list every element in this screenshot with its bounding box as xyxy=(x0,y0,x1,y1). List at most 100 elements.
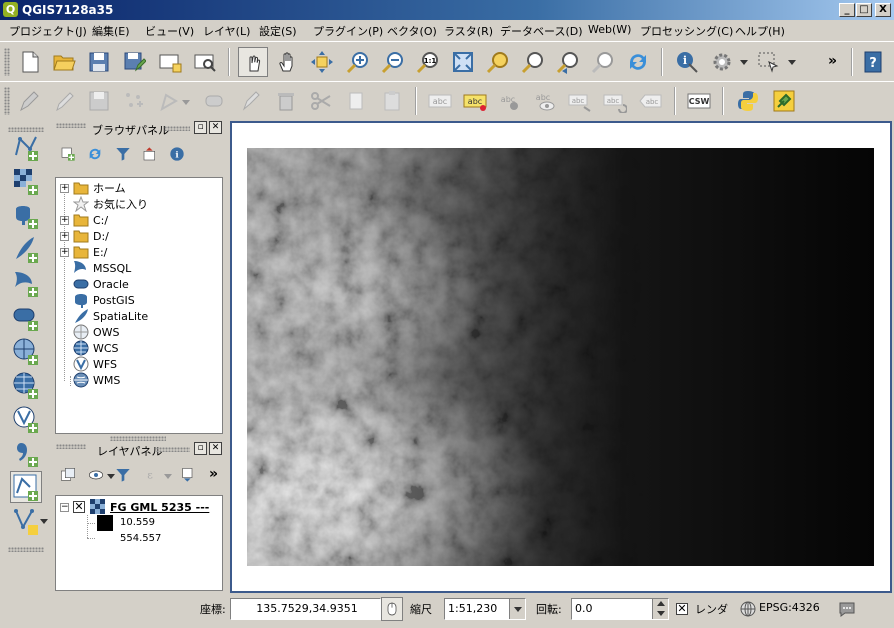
browser-item-mssql[interactable]: MSSQL xyxy=(73,260,131,276)
composer-manager-button[interactable] xyxy=(190,47,220,77)
open-project-button[interactable] xyxy=(49,47,79,77)
menu-project[interactable]: プロジェクト(J) xyxy=(9,23,87,39)
zoom-out-button[interactable] xyxy=(378,47,408,77)
menu-settings[interactable]: 設定(S) xyxy=(259,23,297,39)
move-feature-button[interactable] xyxy=(155,86,185,116)
browser-item-spatialite[interactable]: SpatiaLite xyxy=(73,308,148,324)
menu-web[interactable]: Web(W) xyxy=(588,23,631,36)
add-feature-button[interactable] xyxy=(119,86,149,116)
float-panel-button[interactable]: ▫ xyxy=(194,442,207,455)
help-button[interactable]: ? xyxy=(858,47,888,77)
copy-features-button[interactable] xyxy=(341,86,371,116)
browser-item-d-drive[interactable]: + D:/ xyxy=(60,228,109,244)
add-raster-layer-button[interactable] xyxy=(10,165,42,197)
browser-item-e-drive[interactable]: + E:/ xyxy=(60,244,107,260)
filter-browser-button[interactable] xyxy=(112,142,134,166)
rotation-spinbox[interactable]: 0.0 xyxy=(571,598,669,620)
rotate-label-button[interactable]: abc xyxy=(600,86,630,116)
current-edits-button[interactable] xyxy=(15,86,45,116)
rotation-stepper[interactable] xyxy=(652,599,668,619)
add-selected-button[interactable] xyxy=(57,142,79,166)
expand-icon[interactable]: + xyxy=(60,183,69,193)
add-wfs-layer-button[interactable] xyxy=(10,403,42,435)
menu-help[interactable]: ヘルプ(H) xyxy=(735,23,785,39)
chevron-up-icon[interactable] xyxy=(657,601,665,606)
identify-features-button[interactable]: i xyxy=(672,47,702,77)
browser-item-wms[interactable]: WMS xyxy=(73,372,120,388)
chevron-down-icon[interactable] xyxy=(164,474,172,479)
toggle-editing-button[interactable] xyxy=(49,86,79,116)
menu-processing[interactable]: プロセッシング(C) xyxy=(640,23,733,39)
manage-visibility-button[interactable] xyxy=(85,463,107,487)
add-oracle-layer-button[interactable] xyxy=(10,301,42,333)
metasearch-button[interactable]: CSW xyxy=(684,86,714,116)
maximize-button[interactable]: □ xyxy=(856,3,872,17)
refresh-browser-button[interactable] xyxy=(84,142,106,166)
add-wcs-layer-button[interactable] xyxy=(10,369,42,401)
toolbar-grip[interactable] xyxy=(4,87,10,115)
new-vector-layer-button[interactable] xyxy=(10,505,42,537)
chevron-down-icon[interactable] xyxy=(182,100,190,105)
zoom-last-button[interactable] xyxy=(553,47,583,77)
python-console-button[interactable] xyxy=(733,86,763,116)
layer-item[interactable]: − ✕ FG GML 5235 --- xyxy=(60,499,209,515)
dem-raster-render[interactable] xyxy=(247,148,874,566)
chevron-down-icon[interactable] xyxy=(788,60,796,65)
zoom-actual-size-button[interactable]: 1:1 xyxy=(413,47,443,77)
chevron-down-icon[interactable] xyxy=(740,60,748,65)
layer-visibility-checkbox[interactable]: ✕ xyxy=(73,501,85,513)
pan-to-selection-button[interactable] xyxy=(307,47,337,77)
browser-item-wfs[interactable]: WFS xyxy=(73,356,117,372)
close-button[interactable]: X xyxy=(875,3,891,17)
menu-edit[interactable]: 編集(E) xyxy=(92,23,130,39)
scale-combobox[interactable]: 1:51,230 xyxy=(444,598,526,620)
show-hide-labels-button[interactable]: abc xyxy=(530,86,560,116)
browser-item-ows[interactable]: OWS xyxy=(73,324,120,340)
close-panel-button[interactable]: ✕ xyxy=(209,121,222,134)
advanced-edit-button[interactable] xyxy=(237,86,267,116)
node-tool-button[interactable] xyxy=(200,86,230,116)
browser-item-wcs[interactable]: WCS xyxy=(73,340,119,356)
zoom-next-button[interactable] xyxy=(588,47,618,77)
pan-map-button[interactable] xyxy=(273,47,303,77)
refresh-button[interactable] xyxy=(623,47,653,77)
save-project-button[interactable] xyxy=(84,47,114,77)
browser-item-postgis[interactable]: PostGIS xyxy=(73,292,135,308)
browser-item-favorites[interactable]: お気に入り xyxy=(73,196,148,212)
add-postgis-layer-button[interactable] xyxy=(10,199,42,231)
browser-item-c-drive[interactable]: + C:/ xyxy=(60,212,108,228)
zoom-to-layer-button[interactable] xyxy=(483,47,513,77)
add-wms-layer-button[interactable] xyxy=(10,335,42,367)
render-checkbox-wrapper[interactable]: ✕ xyxy=(676,602,688,615)
menu-vector[interactable]: ベクタ(O) xyxy=(387,23,437,39)
plugin-manager-button[interactable] xyxy=(769,86,799,116)
layer-labeling-button[interactable]: abc xyxy=(425,86,455,116)
panel-splitter[interactable] xyxy=(110,436,166,441)
properties-button[interactable]: i xyxy=(166,142,188,166)
expand-icon[interactable]: + xyxy=(60,247,69,257)
toolbar-grip[interactable] xyxy=(8,547,44,552)
menu-layer[interactable]: レイヤ(L) xyxy=(203,23,250,39)
collapse-all-button[interactable] xyxy=(139,142,161,166)
add-spatialite-layer-button[interactable] xyxy=(10,233,42,265)
label-toolbar-button[interactable]: abc xyxy=(460,86,490,116)
browser-item-home[interactable]: + ホーム xyxy=(60,180,126,196)
crs-label[interactable]: EPSG:4326 xyxy=(759,601,820,614)
chevron-down-icon[interactable] xyxy=(40,519,48,524)
add-vector-layer-button[interactable] xyxy=(10,131,42,163)
browser-item-oracle[interactable]: Oracle xyxy=(73,276,129,292)
menu-database[interactable]: データベース(D) xyxy=(500,23,583,39)
toggle-extents-button[interactable] xyxy=(381,597,403,621)
filter-expression-button[interactable]: ε xyxy=(139,463,161,487)
zoom-in-button[interactable] xyxy=(343,47,373,77)
chevron-down-icon[interactable] xyxy=(657,611,665,616)
touch-zoom-pan-button[interactable] xyxy=(238,47,268,77)
toolbar-grip[interactable] xyxy=(4,48,10,76)
toolbar-overflow-button[interactable]: » xyxy=(828,53,837,69)
zoom-full-button[interactable] xyxy=(448,47,478,77)
scale-dropdown-button[interactable] xyxy=(509,599,525,619)
filter-legend-button[interactable] xyxy=(112,463,134,487)
expand-icon[interactable]: + xyxy=(60,231,69,241)
zoom-to-selection-button[interactable] xyxy=(518,47,548,77)
minimize-button[interactable]: _ xyxy=(839,3,855,17)
